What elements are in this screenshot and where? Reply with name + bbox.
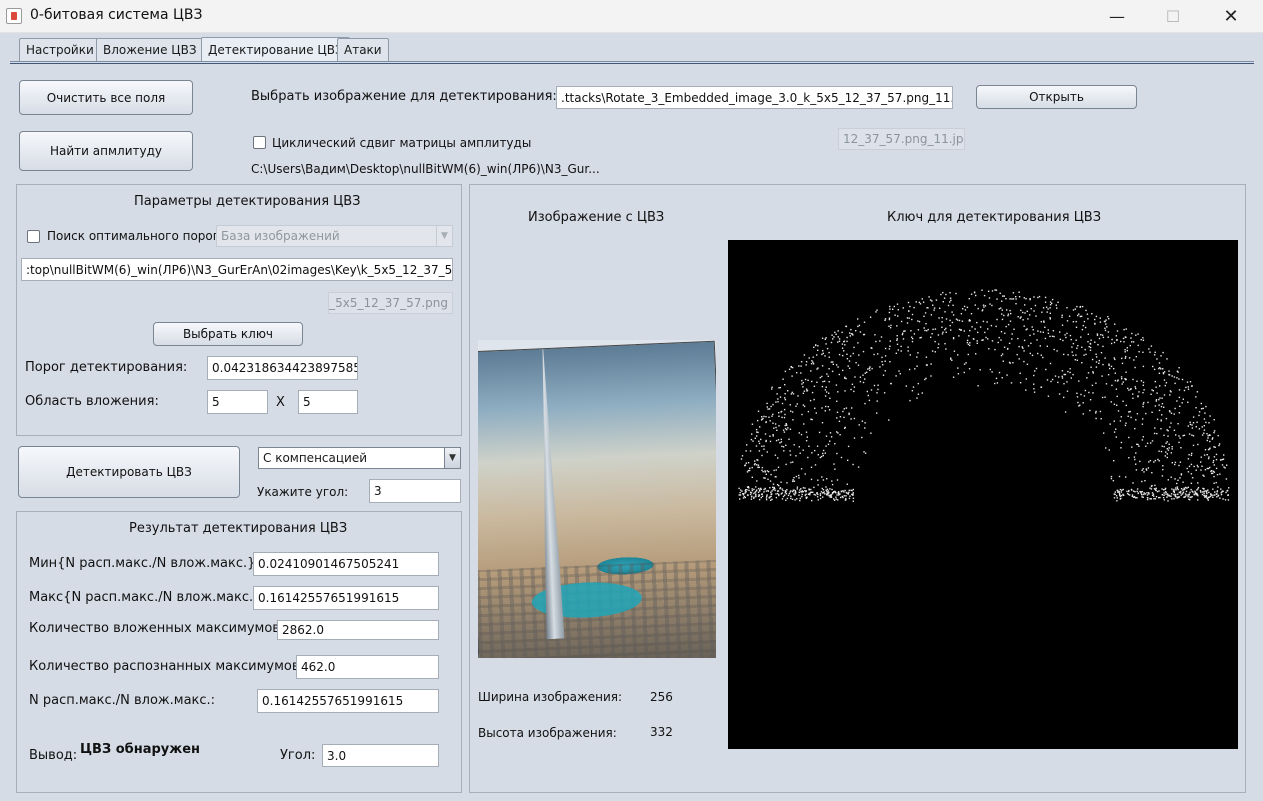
recognized-count-field[interactable]: 462.0 <box>296 655 439 679</box>
ratio-field[interactable]: 0.16142557651991615 <box>257 689 439 713</box>
rotated-photo <box>478 340 716 658</box>
database-combo: База изображений ▼ <box>216 225 453 247</box>
min-ratio-label: Мин{N расп.макс./N влож.макс.}: <box>29 556 260 571</box>
max-ratio-field[interactable]: 0.16142557651991615 <box>253 586 439 610</box>
max-ratio-label: Макс{N расп.макс./N влож.макс.}: <box>29 590 266 605</box>
result-angle-label: Угол: <box>280 748 316 763</box>
recognized-count-label: Количество распознанных максимумов: <box>29 659 304 674</box>
image-width-value: 256 <box>650 690 673 704</box>
key-filename-hint: k_5x5_12_37_57.png <box>328 292 453 314</box>
image-height-value: 332 <box>650 725 673 739</box>
tab-embedding[interactable]: Вложение ЦВЗ <box>96 38 204 61</box>
chevron-down-icon: ▼ <box>444 448 460 468</box>
key-title: Ключ для детектирования ЦВЗ <box>887 210 1102 225</box>
select-image-label: Выбрать изображение для детектирования: <box>251 89 557 104</box>
database-combo-value: База изображений <box>221 229 340 243</box>
cyclic-shift-checkbox[interactable] <box>253 136 266 149</box>
key-image <box>728 240 1238 749</box>
close-button[interactable]: ✕ <box>1208 0 1254 32</box>
optimal-threshold-label: Поиск оптимального порога <box>47 229 227 243</box>
java-app-icon <box>6 8 22 24</box>
mode-combo[interactable]: С компенсацией ▼ <box>258 447 461 469</box>
region-x-label: X <box>276 395 285 410</box>
output-value: ЦВЗ обнаружен <box>80 742 201 757</box>
params-title: Параметры детектирования ЦВЗ <box>134 194 361 209</box>
choose-key-button[interactable]: Выбрать ключ <box>153 322 303 346</box>
detect-button[interactable]: Детектировать ЦВЗ <box>18 446 240 498</box>
region-width-field[interactable]: 5 <box>207 390 268 414</box>
find-amplitude-button[interactable]: Найти апмлитуду <box>19 131 193 171</box>
angle-prompt-label: Укажите угол: <box>257 485 349 499</box>
image-filename-hint: 12_37_57.png_11.jpg <box>838 128 965 150</box>
cyclic-shift-label: Циклический сдвиг матрицы амплитуды <box>272 136 532 150</box>
image-height-label: Высота изображения: <box>478 726 617 740</box>
min-ratio-field[interactable]: 0.02410901467505241 <box>253 552 439 576</box>
optimal-threshold-checkbox[interactable] <box>27 230 40 243</box>
working-path-label: C:\Users\Вадим\Desktop\nullBitWM(6)_win(… <box>251 162 600 176</box>
image-path-field[interactable]: .ttacks\Rotate_3_Embedded_image_3.0_k_5x… <box>556 86 953 109</box>
embedded-count-field[interactable]: 2862.0 <box>277 620 439 640</box>
tab-settings[interactable]: Настройки <box>19 38 101 61</box>
image-title: Изображение с ЦВЗ <box>528 210 665 225</box>
key-dots <box>738 289 1230 502</box>
threshold-field[interactable]: 0.042318634423897585 <box>207 356 358 380</box>
tab-detection[interactable]: Детектирование ЦВЗ <box>201 37 350 62</box>
tab-divider <box>10 61 1254 64</box>
maximize-button[interactable]: ☐ <box>1150 0 1196 32</box>
output-label: Вывод: <box>29 748 78 763</box>
key-path-field[interactable]: :top\nullBitWM(6)_win(ЛР6)\N3_GurErAn\02… <box>21 258 453 281</box>
watermarked-image <box>478 340 716 658</box>
result-angle-field[interactable]: 3.0 <box>322 744 439 767</box>
minimize-button[interactable]: — <box>1094 0 1140 32</box>
window-title: 0-битовая система ЦВЗ <box>30 7 203 23</box>
open-button[interactable]: Открыть <box>976 85 1137 109</box>
region-label: Область вложения: <box>25 394 159 409</box>
mode-combo-value: С компенсацией <box>263 451 368 465</box>
ratio-label: N расп.макс./N влож.макс.: <box>29 693 216 708</box>
chevron-down-icon: ▼ <box>436 226 452 246</box>
image-width-label: Ширина изображения: <box>478 690 623 704</box>
result-title: Результат детектирования ЦВЗ <box>129 521 348 536</box>
embedded-count-label: Количество вложенных максимумов: <box>29 621 285 636</box>
tab-attacks[interactable]: Атаки <box>337 38 389 61</box>
angle-input[interactable]: 3 <box>369 479 461 503</box>
threshold-label: Порог детектирования: <box>25 360 188 375</box>
region-height-field[interactable]: 5 <box>298 390 358 414</box>
clear-all-button[interactable]: Очистить все поля <box>19 80 193 115</box>
